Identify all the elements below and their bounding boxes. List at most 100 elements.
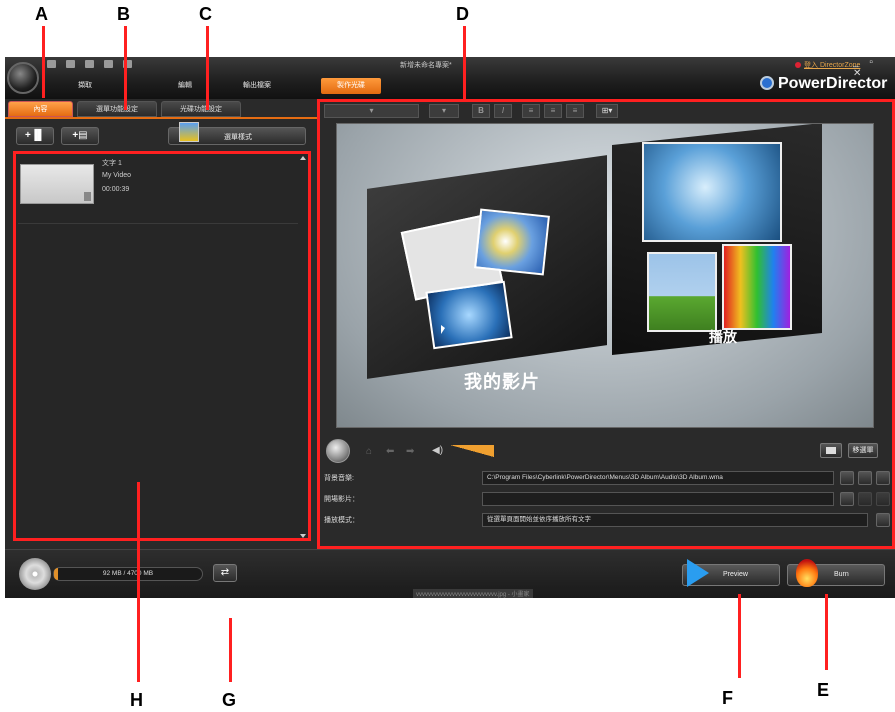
list-item[interactable]: 文字 1 My Video 00:00:39 [18, 156, 298, 224]
tab-produce[interactable]: 輸出檔案 [227, 78, 287, 94]
undo-icon[interactable] [66, 60, 75, 68]
callout-line-b [124, 26, 127, 110]
item-duration: 00:00:39 [102, 186, 130, 193]
item-title: 文字 1 [102, 160, 122, 167]
window-title: 新增未命名專案* [400, 62, 452, 69]
callout-a: A [35, 4, 48, 24]
select-style-label: 選單樣式 [224, 134, 252, 141]
playback-mode-row: 播放模式： 從選單頁面開始並依序播放所有文字 [320, 512, 892, 529]
preview-player-controls: ⌂ ⬅ ➡ ◀) 移選單 [324, 438, 890, 464]
add-video-button[interactable]: +▤ [61, 127, 99, 145]
login-link[interactable]: 登入 DirectorZone [795, 60, 860, 70]
remove-intro-button[interactable] [858, 492, 872, 506]
mouse-cursor-icon [441, 325, 445, 334]
burn-button[interactable]: Burn [787, 559, 885, 587]
preview-button[interactable]: Preview [682, 559, 780, 587]
callout-line-e [825, 594, 828, 670]
add-title-button[interactable]: +▐▌ [16, 127, 54, 145]
new-file-icon[interactable] [104, 60, 113, 68]
volume-slider[interactable] [450, 445, 494, 457]
brand-text: PowerDirector [778, 75, 888, 92]
add-music-button[interactable] [840, 471, 854, 485]
list-scrollbar[interactable] [300, 154, 306, 538]
menu-preview: 播放 我的影片 [336, 123, 874, 428]
volume-icon[interactable]: ◀) [432, 445, 443, 456]
align-right-button[interactable]: ≡ [566, 104, 584, 118]
bold-button[interactable]: B [472, 104, 490, 118]
capacity-fill [54, 568, 59, 580]
capacity-text: 92 MB / 4700 MB [102, 570, 154, 577]
callout-f: F [722, 688, 733, 708]
bgm-label: 背景音樂: [324, 475, 354, 482]
title-thumbnail[interactable] [20, 164, 94, 204]
layout-grid-button[interactable]: ⊞▾ [596, 104, 618, 118]
callout-line-d [463, 26, 466, 100]
callout-e: E [817, 680, 830, 700]
bgm-path-field[interactable]: C:\Program Files\Cyberlink\PowerDirector… [482, 471, 834, 485]
burn-flame-icon [796, 559, 818, 587]
align-left-button[interactable]: ≡ [522, 104, 540, 118]
title-bar: 新增未命名專案* 登入 DirectorZone _ ▫ ✕ PowerDire… [5, 57, 895, 99]
playback-mode-field[interactable]: 從選單頁面開始並依序播放所有文字 [482, 513, 868, 527]
scroll-down-icon[interactable] [300, 534, 306, 538]
prev-arrow-icon[interactable]: ⬅ [386, 446, 394, 457]
redo-icon[interactable] [85, 60, 94, 68]
font-select[interactable]: ▾ [324, 104, 419, 118]
callout-line-g [229, 618, 232, 682]
italic-button[interactable]: I [494, 104, 512, 118]
burn-label: Burn [834, 571, 849, 578]
tab-capture[interactable]: 擷取 [60, 78, 110, 94]
select-menu-style-button[interactable]: 選單樣式 [168, 122, 306, 145]
intro-video-label: 開場影片： [324, 496, 359, 503]
preview-play-icon [687, 559, 709, 587]
callout-line-a [42, 26, 45, 98]
tv-safe-zone-button[interactable] [820, 443, 842, 458]
menu-title-text[interactable]: 我的影片 [464, 368, 540, 394]
callout-b: B [117, 4, 130, 24]
menu-style-icon [179, 122, 199, 142]
bgm-row: 背景音樂: C:\Program Files\Cyberlink\PowerDi… [320, 470, 892, 487]
remove-music-button[interactable] [858, 471, 872, 485]
item-name: My Video [102, 172, 132, 179]
callout-d: D [456, 4, 469, 24]
play-intro-button[interactable] [876, 492, 890, 506]
save-icon[interactable] [47, 60, 56, 68]
home-icon[interactable]: ⌂ [366, 446, 372, 457]
callout-c: C [199, 4, 212, 24]
tab-content[interactable]: 內容 [8, 101, 73, 117]
align-center-button[interactable]: ≡ [544, 104, 562, 118]
scroll-up-icon[interactable] [300, 156, 306, 160]
tab-create-disc[interactable]: 製作光碟 [321, 78, 381, 94]
swap-disc-button[interactable]: ⇄ [213, 564, 237, 582]
music-settings-button[interactable] [876, 471, 890, 485]
play-preview-button[interactable] [326, 439, 350, 463]
playback-mode-button[interactable] [876, 513, 890, 527]
tab-underline [5, 117, 317, 119]
brand-logo: PowerDirector [760, 75, 887, 93]
app-menu-orb[interactable] [7, 62, 39, 94]
photo-blue-abstract [425, 280, 513, 350]
content-panel: 內容 選單功能設定 光碟功能設定 +▐▌ +▤ 選單樣式 文字 1 My Vid… [5, 99, 317, 549]
font-size-select[interactable]: ▾ [429, 104, 459, 118]
disc-capacity-meter: 92 MB / 4700 MB [53, 567, 203, 581]
next-arrow-icon[interactable]: ➡ [406, 446, 414, 457]
callout-line-h [137, 482, 140, 682]
intro-video-field[interactable] [482, 492, 834, 506]
quick-access-toolbar [47, 60, 132, 68]
play-menu-button[interactable]: 播放 [709, 327, 737, 347]
text-format-toolbar: ▾ ▾ B I ≡ ≡ ≡ ⊞▾ [324, 104, 624, 120]
menu-preview-panel: ▾ ▾ B I ≡ ≡ ≡ ⊞▾ 播放 我的影片 ⌂ ⬅ ➡ ◀) 移選單 背景… [317, 99, 895, 549]
photo-water-splash [642, 142, 782, 242]
brand-icon [760, 76, 774, 90]
menu-navigation-button[interactable]: 移選單 [848, 443, 878, 458]
add-intro-button[interactable] [840, 492, 854, 506]
tab-disc-settings[interactable]: 光碟功能設定 [161, 101, 241, 117]
disc-icon[interactable] [19, 558, 51, 590]
playback-mode-label: 播放模式： [324, 517, 359, 524]
tab-menu-settings[interactable]: 選單功能設定 [77, 101, 157, 117]
preview-label: Preview [723, 571, 748, 578]
callout-g: G [222, 690, 237, 710]
taskbar-filename: vvvvvvvvvvvvvvvvvvvvvvvvvvv.jpg - 小畫家 [413, 589, 533, 598]
tab-edit[interactable]: 編輯 [160, 78, 210, 94]
photo-equalizer [722, 244, 792, 330]
